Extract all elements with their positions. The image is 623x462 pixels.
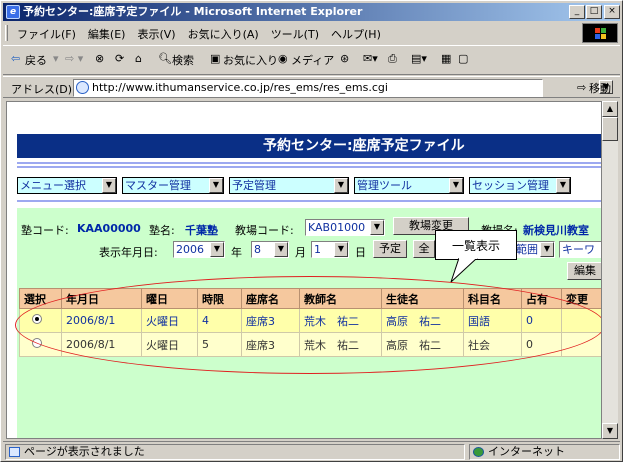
maximize-button[interactable]: □ — [586, 5, 602, 19]
scroll-down-arrow[interactable]: ▼ — [602, 423, 618, 439]
forward-icon[interactable]: ⇨ ▾ — [65, 52, 83, 65]
juku-code: KAA00000 — [77, 222, 141, 235]
minimize-button[interactable]: _ — [569, 5, 585, 19]
discuss-icon[interactable]: ▦ — [441, 52, 451, 65]
search-button[interactable]: 検索 — [172, 52, 194, 68]
back-arrow-icon[interactable]: ⇦ — [11, 52, 20, 65]
print-icon[interactable]: ⎙ — [388, 52, 397, 66]
date-label: 表示年月日: — [99, 246, 158, 259]
range-select[interactable]: 範囲 ▼ — [513, 241, 555, 258]
stop-icon[interactable]: ⊗ — [95, 52, 104, 65]
kyojo-code-select[interactable]: KAB01000 ▼ — [305, 219, 385, 236]
day-unit: 日 — [355, 246, 366, 259]
menu-select[interactable]: メニュー選択 ▼ — [17, 177, 117, 194]
home-icon[interactable]: ⌂ — [135, 52, 142, 65]
juku-code-label: 塾コード: — [21, 224, 69, 237]
menu-bar: ファイル(F) 編集(E) 表示(V) お気に入り(A) ツール(T) ヘルプ(H) — [3, 23, 620, 43]
day-select[interactable]: 1 ▼ — [311, 241, 349, 258]
page-icon — [76, 81, 89, 94]
back-button[interactable]: 戻る — [25, 52, 47, 68]
session-select[interactable]: セッション管理 ▼ — [469, 177, 571, 194]
menu-tools[interactable]: ツール(T) — [265, 23, 325, 45]
scroll-thumb[interactable] — [602, 117, 618, 141]
browser-window: e 予約センター:座席予定ファイル - Microsoft Internet E… — [0, 0, 623, 462]
favorites-icon[interactable]: ▣ — [210, 52, 220, 65]
windows-logo — [582, 23, 618, 43]
highlight-oval — [15, 276, 601, 374]
admin-tools-select[interactable]: 管理ツール ▼ — [354, 177, 464, 194]
menu-file[interactable]: ファイル(F) — [11, 23, 82, 45]
menu-favorites[interactable]: お気に入り(A) — [182, 23, 265, 45]
page-header: 予約センター:座席予定ファイル — [17, 134, 601, 158]
schedule-select[interactable]: 予定管理 ▼ — [229, 177, 349, 194]
year-select[interactable]: 2006 ▼ — [173, 241, 225, 258]
vertical-scrollbar[interactable]: ▲ ▼ — [602, 101, 618, 439]
ie-icon: e — [6, 5, 20, 19]
status-bar: ページが表示されました インターネット — [3, 441, 620, 460]
yotei-button[interactable]: 予定 — [373, 240, 407, 258]
callout-pointer — [450, 258, 478, 283]
address-url: http://www.ithumanservice.co.jp/res_ems/… — [92, 81, 388, 94]
year-unit: 年 — [231, 246, 242, 259]
menu-help[interactable]: ヘルプ(H) — [325, 23, 387, 45]
callout-box: 一覧表示 — [435, 230, 517, 260]
all-button[interactable]: 全 — [413, 240, 435, 258]
history-icon[interactable]: ⊛ — [340, 52, 349, 65]
juku-name-label: 塾名: — [149, 224, 175, 237]
menu-edit[interactable]: 編集(E) — [82, 23, 132, 45]
research-icon[interactable]: ▢ — [458, 52, 468, 65]
search-icon[interactable]: 🔍︎ — [158, 52, 172, 65]
month-unit: 月 — [295, 246, 306, 259]
status-zone-cell: インターネット — [469, 444, 620, 460]
go-arrow-icon[interactable]: ⇨ — [577, 81, 586, 94]
master-select[interactable]: マスター管理 ▼ — [122, 177, 224, 194]
keyword-select[interactable]: キーワ — [559, 241, 601, 258]
edit-button[interactable]: 編集 — [567, 262, 601, 280]
status-zone: インターネット — [488, 445, 565, 458]
month-select[interactable]: 8 ▼ — [251, 241, 289, 258]
go-button[interactable]: 移動 — [589, 80, 611, 96]
media-button[interactable]: メディア — [291, 52, 334, 68]
address-input[interactable]: http://www.ithumanservice.co.jp/res_ems/… — [73, 79, 543, 97]
address-label: アドレス(D) — [11, 83, 73, 96]
divider — [17, 166, 601, 168]
close-button[interactable]: × — [604, 5, 620, 19]
address-bar: アドレス(D) http://www.ithumanservice.co.jp/… — [3, 76, 620, 98]
page-content: 予約センター:座席予定ファイル メニュー選択 ▼ マスター管理 ▼ 予定管理 ▼ 管理… — [6, 101, 602, 439]
divider — [17, 200, 601, 202]
scroll-up-arrow[interactable]: ▲ — [602, 101, 618, 117]
media-icon[interactable]: ◉ — [278, 52, 288, 65]
page-done-icon — [9, 447, 20, 457]
edit-icon[interactable]: ▤▾ — [411, 52, 427, 65]
back-dropdown-icon[interactable]: ▾ — [53, 52, 59, 65]
refresh-icon[interactable]: ⟳ — [115, 52, 124, 65]
status-message-cell: ページが表示されました — [5, 444, 465, 460]
internet-globe-icon — [473, 447, 484, 457]
menu-view[interactable]: 表示(V) — [131, 23, 181, 45]
title-bar: e 予約センター:座席予定ファイル - Microsoft Internet E… — [3, 3, 620, 21]
divider — [17, 162, 601, 164]
toolbar: ⇦ 戻る ▾ ⇨ ▾ ⊗ ⟳ ⌂ 🔍︎ 検索 ▣ お気に入り ◉ メディア ⊛ … — [3, 45, 620, 75]
kyojo-code-label: 教場コード: — [235, 224, 294, 237]
mail-icon[interactable]: ✉▾ — [363, 52, 378, 65]
juku-name: 千葉塾 — [185, 224, 218, 237]
kyojo-name: 新検見川教室 — [523, 224, 589, 237]
favorites-button[interactable]: お気に入り — [223, 52, 278, 68]
status-message: ページが表示されました — [24, 445, 145, 458]
window-title: 予約センター:座席予定ファイル - Microsoft Internet Exp… — [23, 5, 363, 18]
